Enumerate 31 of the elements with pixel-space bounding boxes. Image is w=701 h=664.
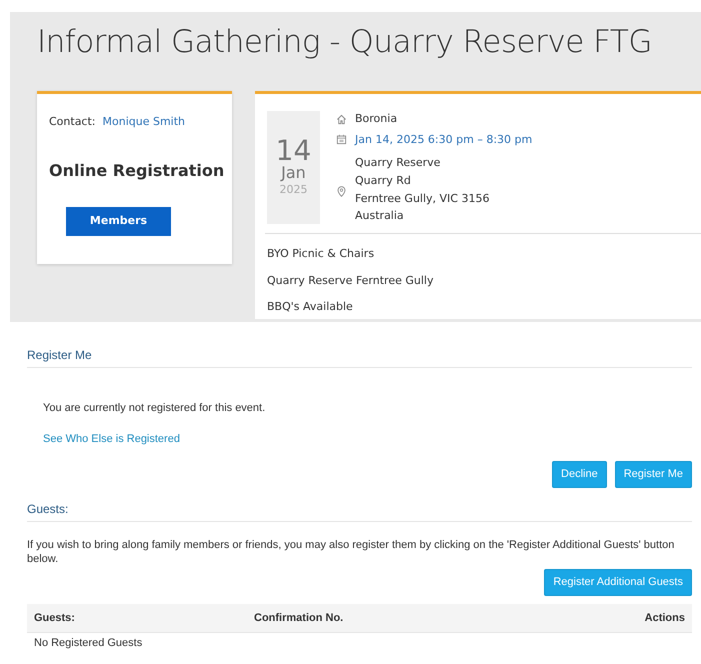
event-note: BYO Picnic & Chairs	[267, 246, 376, 262]
year-label: 2025	[278, 184, 308, 196]
event-note: Quarry Reserve Ferntree Gully	[267, 272, 434, 289]
column-header: Actions	[644, 610, 685, 626]
calendar-icon	[336, 134, 347, 146]
register-button[interactable]: Register Me	[614, 461, 692, 488]
address-line: Ferntree Gully, VIC 3156	[355, 192, 490, 206]
empty-message: No Registered Guests	[33, 636, 144, 652]
month-label: Jan	[279, 165, 307, 182]
day-number: 14	[274, 137, 312, 166]
section-heading: Register Me	[27, 346, 692, 368]
event-note: BBQ's Available	[267, 299, 354, 316]
who-registered-link[interactable]: See Who Else is Registered	[43, 430, 180, 447]
section-heading: Guests:	[27, 500, 692, 522]
add-guests-button[interactable]: Register Additional Guests	[544, 569, 692, 596]
event-title: Informal Gathering - Quarry Reserve FTG	[36, 23, 653, 62]
home-icon	[336, 114, 347, 125]
contact-label: Contact:	[49, 115, 96, 128]
contact-link[interactable]: Monique Smith	[102, 115, 186, 128]
event-datetime: Jan 14, 2025 6:30 pm – 8:30 pm	[355, 132, 532, 148]
members-button[interactable]: Members	[66, 206, 171, 236]
column-header: Confirmation No.	[254, 610, 344, 626]
guests-info: If you wish to bring along family members or friends, you may also register them by clicking on the 'Register Additional Guests' button below.	[27, 538, 676, 568]
address-line: Australia	[355, 209, 405, 224]
area-name: Boronia	[355, 111, 398, 128]
column-header: Guests:	[34, 610, 76, 626]
decline-button[interactable]: Decline	[552, 461, 607, 488]
registration-status: You are currently not registered for this event.	[43, 401, 266, 416]
address-line: Quarry Reserve	[355, 156, 442, 170]
location-pin-icon	[336, 186, 347, 198]
address-line: Quarry Rd	[355, 174, 412, 188]
